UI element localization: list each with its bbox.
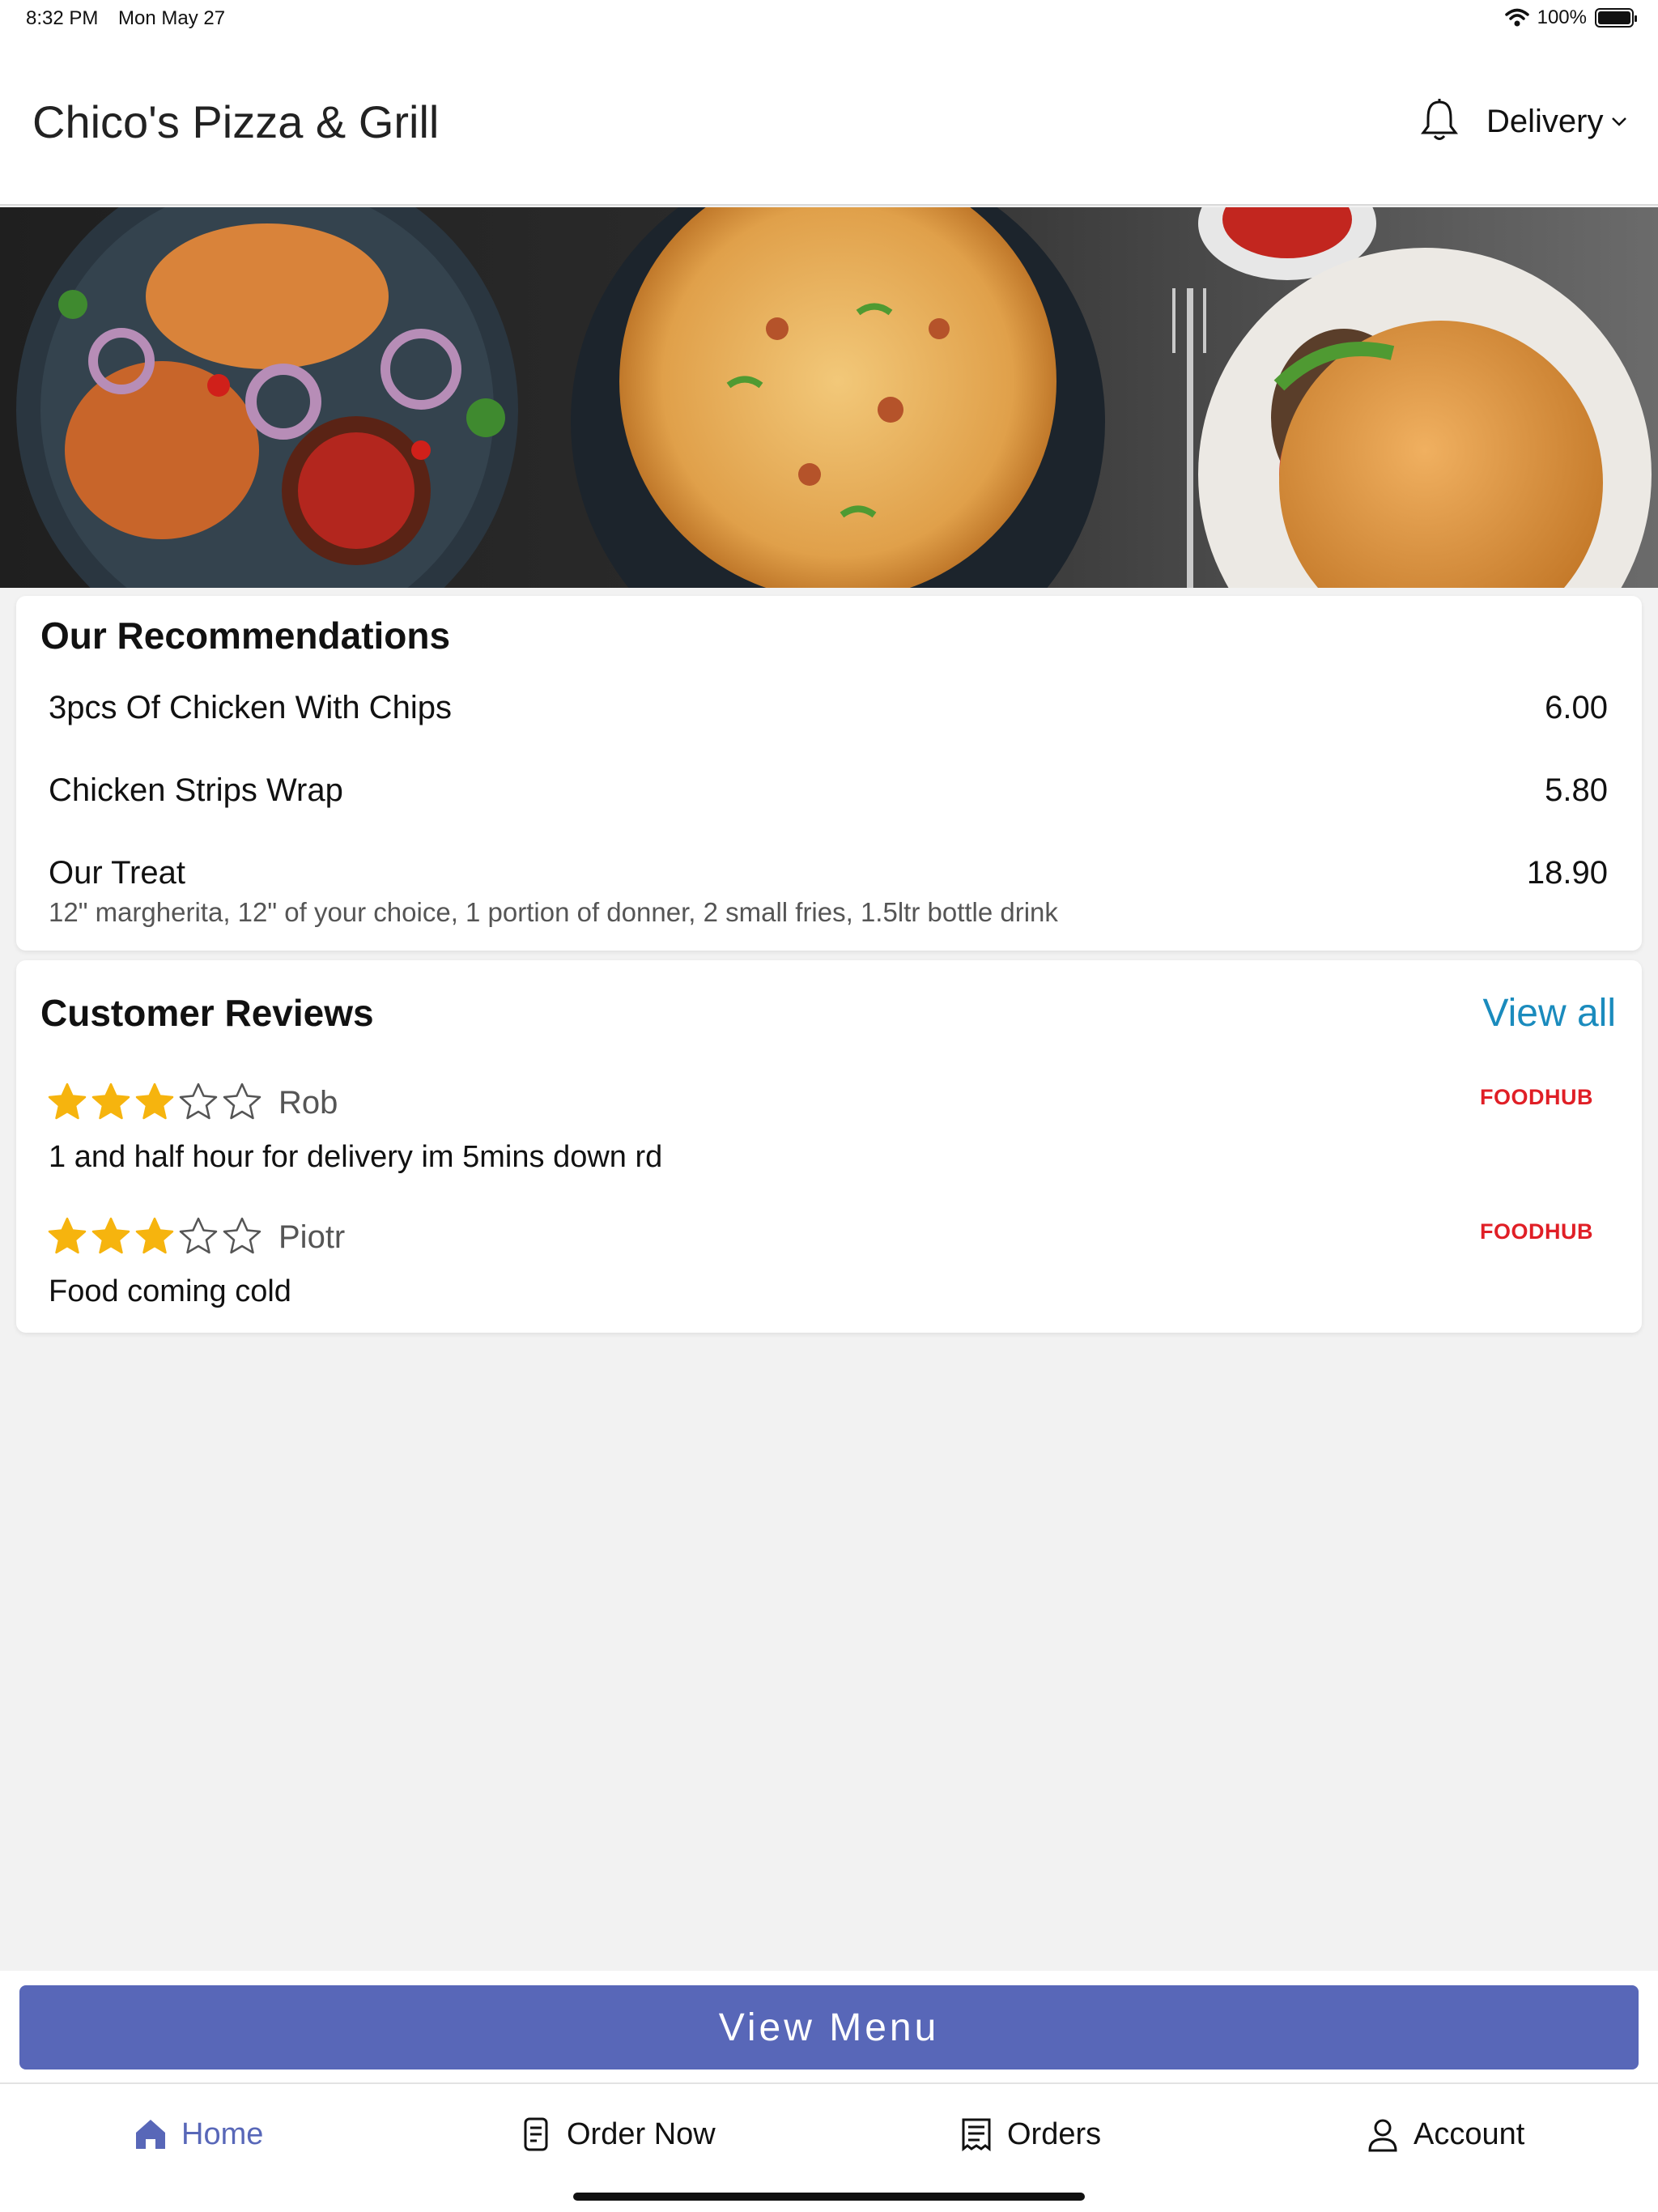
tab-bar: Home Order Now Orders Account xyxy=(0,2082,1658,2212)
star-empty-icon xyxy=(179,1217,218,1254)
status-time: 8:32 PM xyxy=(26,7,99,29)
reviews-card: Customer Reviews View all Rob FOODHUB 1 … xyxy=(16,960,1642,1333)
tab-label: Orders xyxy=(1007,2116,1102,2151)
view-menu-button[interactable]: View Menu xyxy=(19,1985,1639,2069)
status-bar: 8:32 PM Mon May 27 100% xyxy=(0,0,1658,39)
view-all-link[interactable]: View all xyxy=(1482,991,1616,1036)
order-now-icon xyxy=(524,2117,548,2151)
star-filled-icon xyxy=(91,1217,130,1254)
star-filled-icon xyxy=(135,1217,174,1254)
star-rating xyxy=(47,1216,262,1255)
tab-label: Home xyxy=(181,2116,264,2151)
recommendation-item-price: 18.90 xyxy=(1526,855,1608,891)
star-empty-icon xyxy=(223,1083,261,1120)
reviewer-name: Rob xyxy=(278,1085,338,1121)
tab-order-now[interactable]: Order Now xyxy=(518,2116,716,2152)
restaurant-title: Chico's Pizza & Grill xyxy=(32,96,440,147)
recommendation-item-price: 6.00 xyxy=(1545,690,1608,725)
reviews-title: Customer Reviews xyxy=(40,992,374,1034)
recommendation-item-name[interactable]: Our Treat xyxy=(49,855,185,891)
hero-banner xyxy=(0,207,1658,588)
status-right: 100% xyxy=(1504,6,1637,29)
hero-food-image xyxy=(0,207,1658,588)
star-empty-icon xyxy=(179,1083,218,1120)
wifi-icon xyxy=(1504,8,1529,27)
user-icon xyxy=(1368,2119,1397,2152)
reviewer-name: Piotr xyxy=(278,1219,346,1255)
tab-label: Account xyxy=(1414,2116,1525,2151)
star-filled-icon xyxy=(91,1083,130,1120)
battery-icon xyxy=(1595,8,1637,28)
recommendation-item-price: 5.80 xyxy=(1545,772,1608,808)
bell-icon[interactable] xyxy=(1418,97,1460,143)
delivery-selector[interactable]: Delivery xyxy=(1486,104,1603,140)
tab-orders[interactable]: Orders xyxy=(959,2116,1101,2152)
review-text: 1 and half hour for delivery im 5mins do… xyxy=(49,1140,663,1174)
home-icon xyxy=(136,2120,165,2149)
receipt-icon xyxy=(962,2118,991,2152)
star-rating xyxy=(47,1082,262,1121)
recommendations-title: Our Recommendations xyxy=(40,615,451,657)
view-menu-bar: View Menu xyxy=(0,1971,1658,2082)
review-text: Food coming cold xyxy=(49,1274,291,1308)
star-filled-icon xyxy=(48,1083,87,1120)
tab-account[interactable]: Account xyxy=(1365,2116,1524,2152)
recommendation-item-name[interactable]: 3pcs Of Chicken With Chips xyxy=(49,690,452,726)
chevron-down-icon[interactable] xyxy=(1609,112,1629,131)
home-indicator[interactable] xyxy=(573,2193,1085,2201)
foodhub-logo: FOODHUB xyxy=(1480,1219,1593,1244)
foodhub-logo: FOODHUB xyxy=(1480,1085,1593,1109)
recommendation-item-description: 12" margherita, 12" of your choice, 1 po… xyxy=(49,897,1058,927)
recommendation-item-name[interactable]: Chicken Strips Wrap xyxy=(49,772,343,809)
tab-home[interactable]: Home xyxy=(133,2116,263,2152)
star-empty-icon xyxy=(223,1217,261,1254)
app-header: Chico's Pizza & Grill Delivery xyxy=(0,39,1658,206)
star-filled-icon xyxy=(135,1083,174,1120)
battery-percent: 100% xyxy=(1537,6,1587,28)
star-filled-icon xyxy=(48,1217,87,1254)
recommendations-card: Our Recommendations 3pcs Of Chicken With… xyxy=(16,596,1642,951)
tab-label: Order Now xyxy=(567,2116,716,2151)
status-date: Mon May 27 xyxy=(118,7,226,29)
